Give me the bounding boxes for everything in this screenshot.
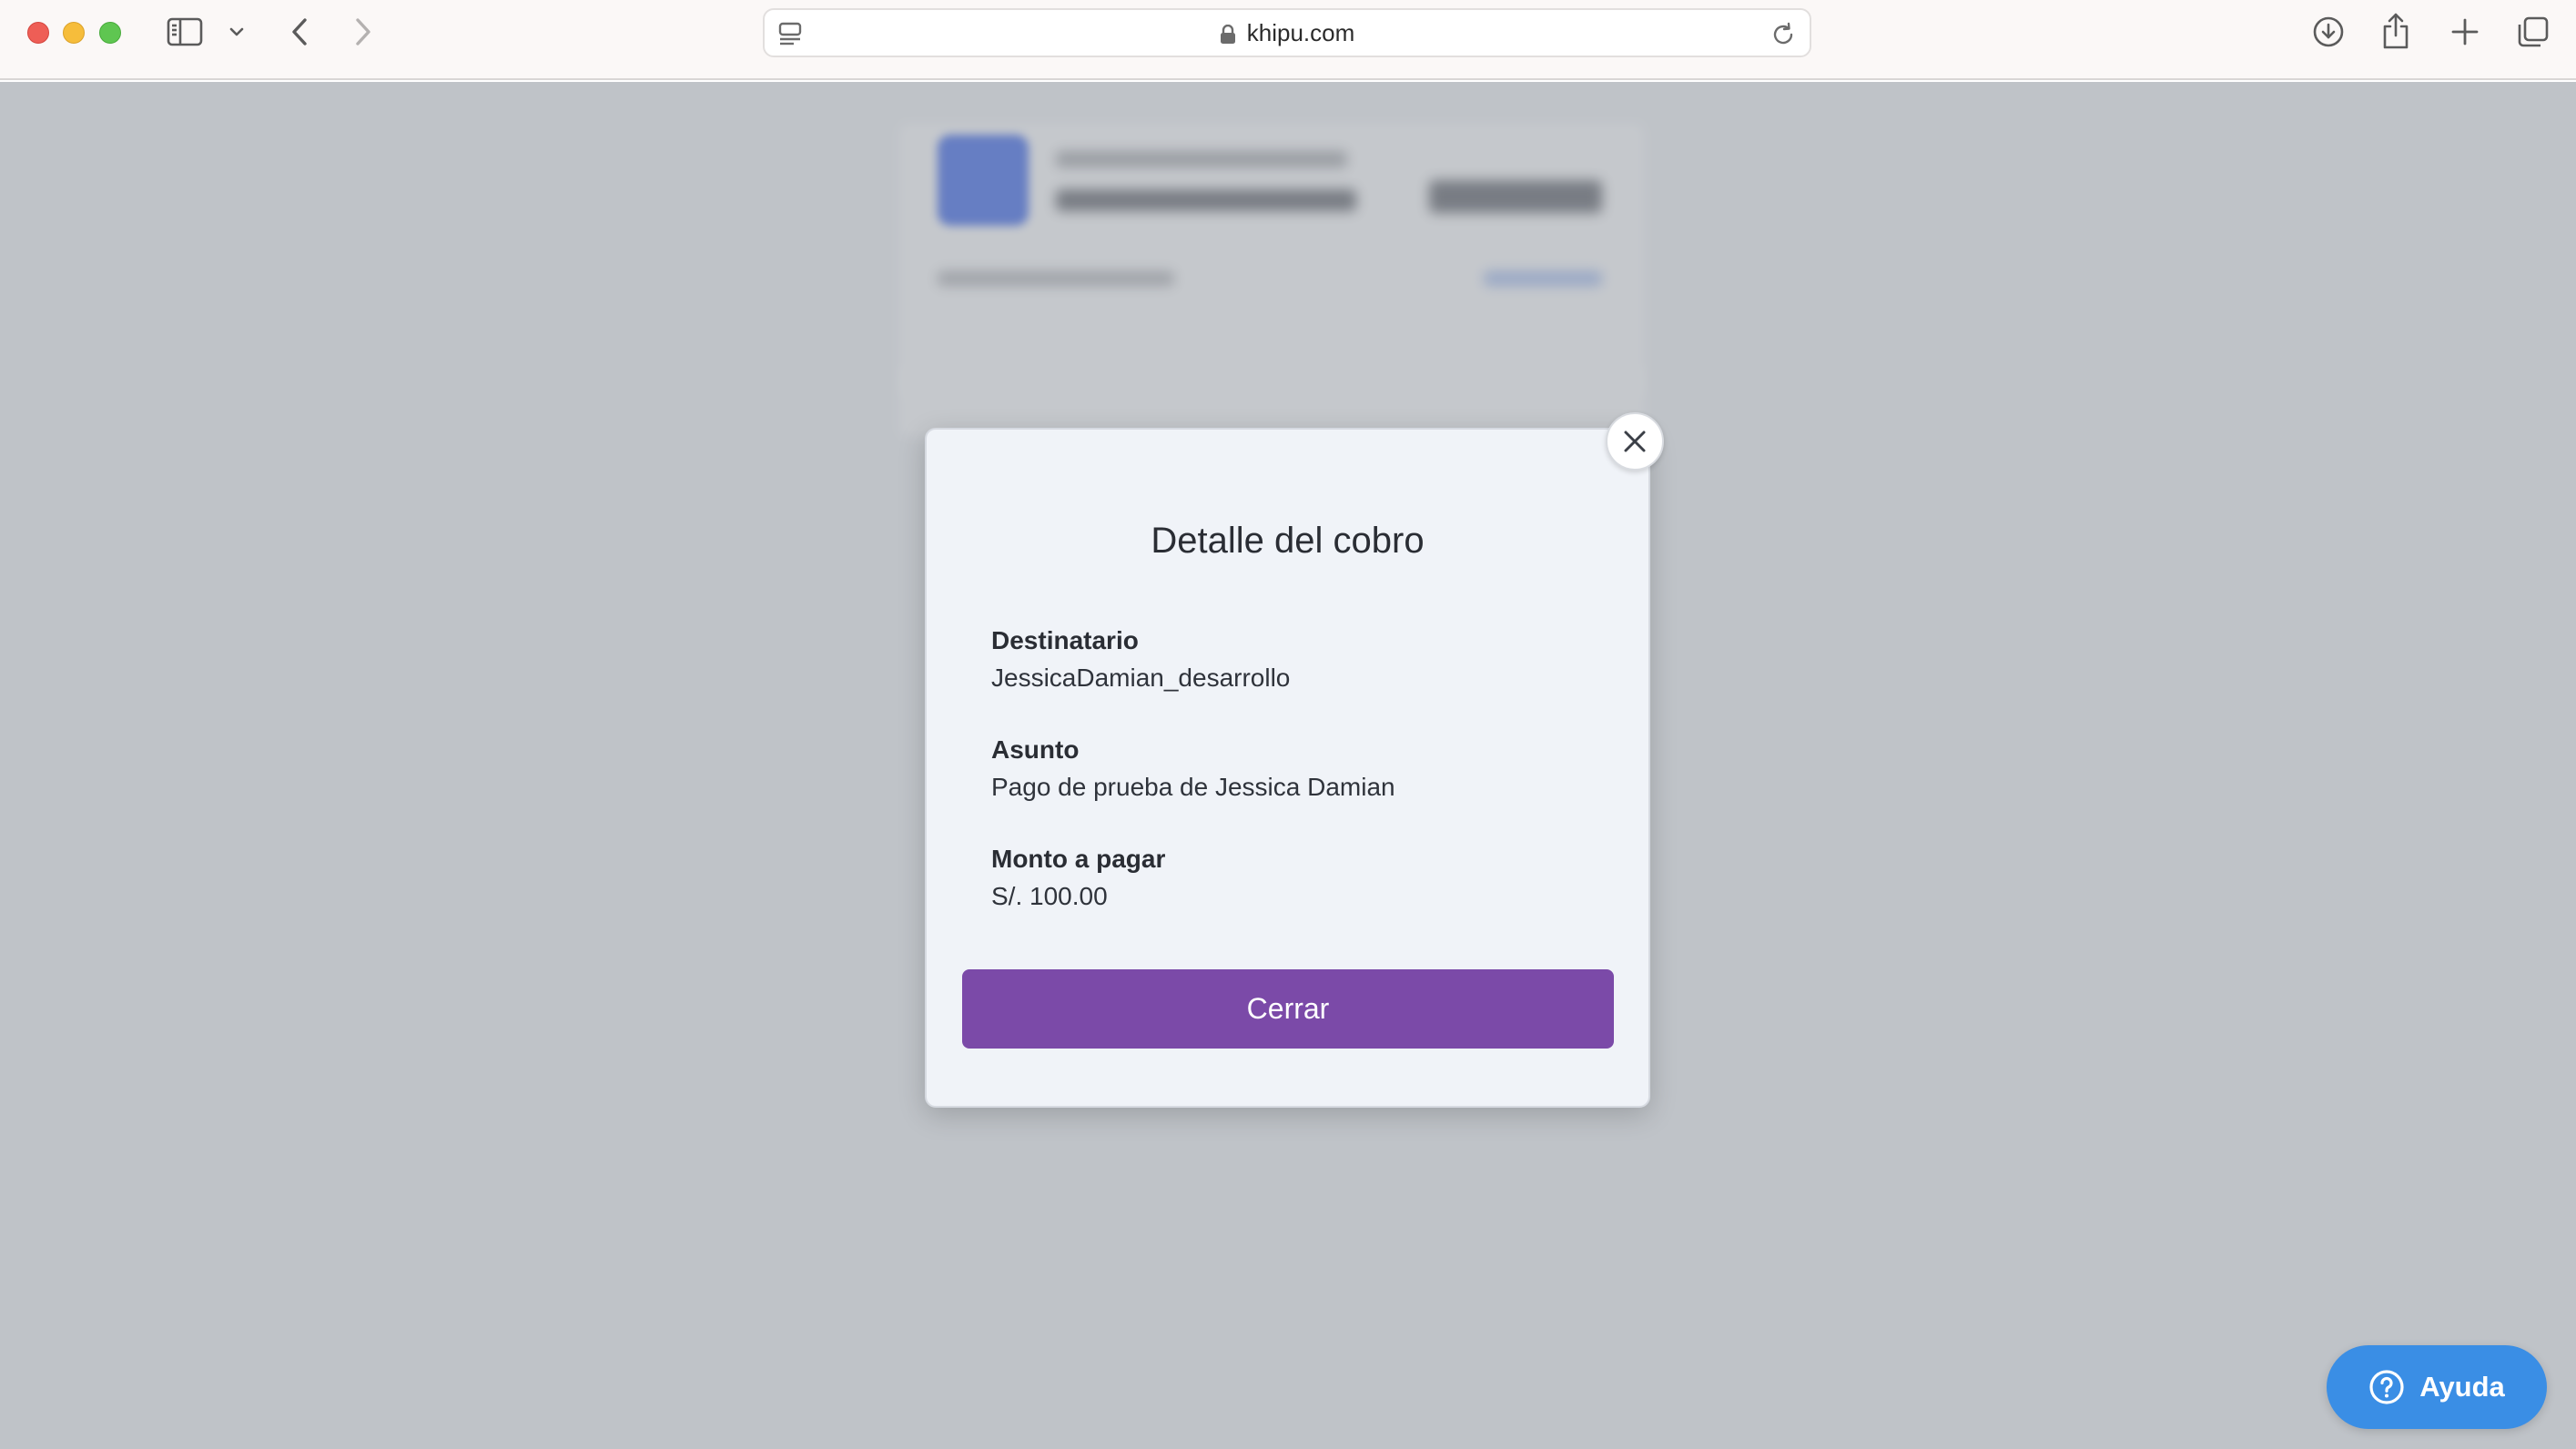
download-icon[interactable]: [2310, 13, 2347, 51]
amount-field: Monto a pagar S/. 100.00: [991, 841, 1583, 916]
close-button[interactable]: Cerrar: [962, 969, 1614, 1049]
help-button[interactable]: Ayuda: [2327, 1345, 2547, 1429]
lock-icon: [1220, 23, 1236, 44]
dialog-title: Detalle del cobro: [1151, 521, 1425, 561]
recipient-field: Destinatario JessicaDamian_desarrollo: [991, 623, 1583, 697]
charge-detail-dialog: Detalle del cobro Destinatario JessicaDa…: [925, 428, 1650, 1108]
recipient-value: JessicaDamian_desarrollo: [991, 664, 1291, 692]
zoom-window-button[interactable]: [99, 22, 121, 44]
share-icon[interactable]: [2378, 9, 2414, 53]
back-arrow-icon[interactable]: [284, 15, 315, 49]
subject-value: Pago de prueba de Jessica Damian: [991, 773, 1395, 801]
url-display: khipu.com: [765, 10, 1810, 56]
recipient-label: Destinatario: [991, 626, 1139, 654]
amount-label: Monto a pagar: [991, 845, 1166, 873]
forward-arrow-icon[interactable]: [348, 15, 379, 49]
close-window-button[interactable]: [27, 22, 49, 44]
url-text: khipu.com: [1246, 18, 1355, 46]
subject-label: Asunto: [991, 735, 1080, 764]
close-icon: [1624, 431, 1646, 452]
help-label: Ayuda: [2419, 1371, 2505, 1403]
address-bar[interactable]: khipu.com: [763, 8, 1811, 57]
chevron-down-icon[interactable]: [224, 20, 249, 44]
new-tab-icon[interactable]: [2447, 13, 2483, 51]
close-dialog-button[interactable]: [1606, 412, 1664, 471]
browser-toolbar: khipu.com: [0, 0, 2576, 80]
tab-overview-icon[interactable]: [2514, 13, 2552, 51]
question-circle-icon: [2368, 1369, 2405, 1405]
amount-value: S/. 100.00: [991, 882, 1108, 910]
minimize-window-button[interactable]: [63, 22, 85, 44]
sidebar-toggle-icon[interactable]: [164, 15, 206, 49]
reload-icon[interactable]: [1770, 21, 1797, 48]
subject-field: Asunto Pago de prueba de Jessica Damian: [991, 732, 1583, 806]
